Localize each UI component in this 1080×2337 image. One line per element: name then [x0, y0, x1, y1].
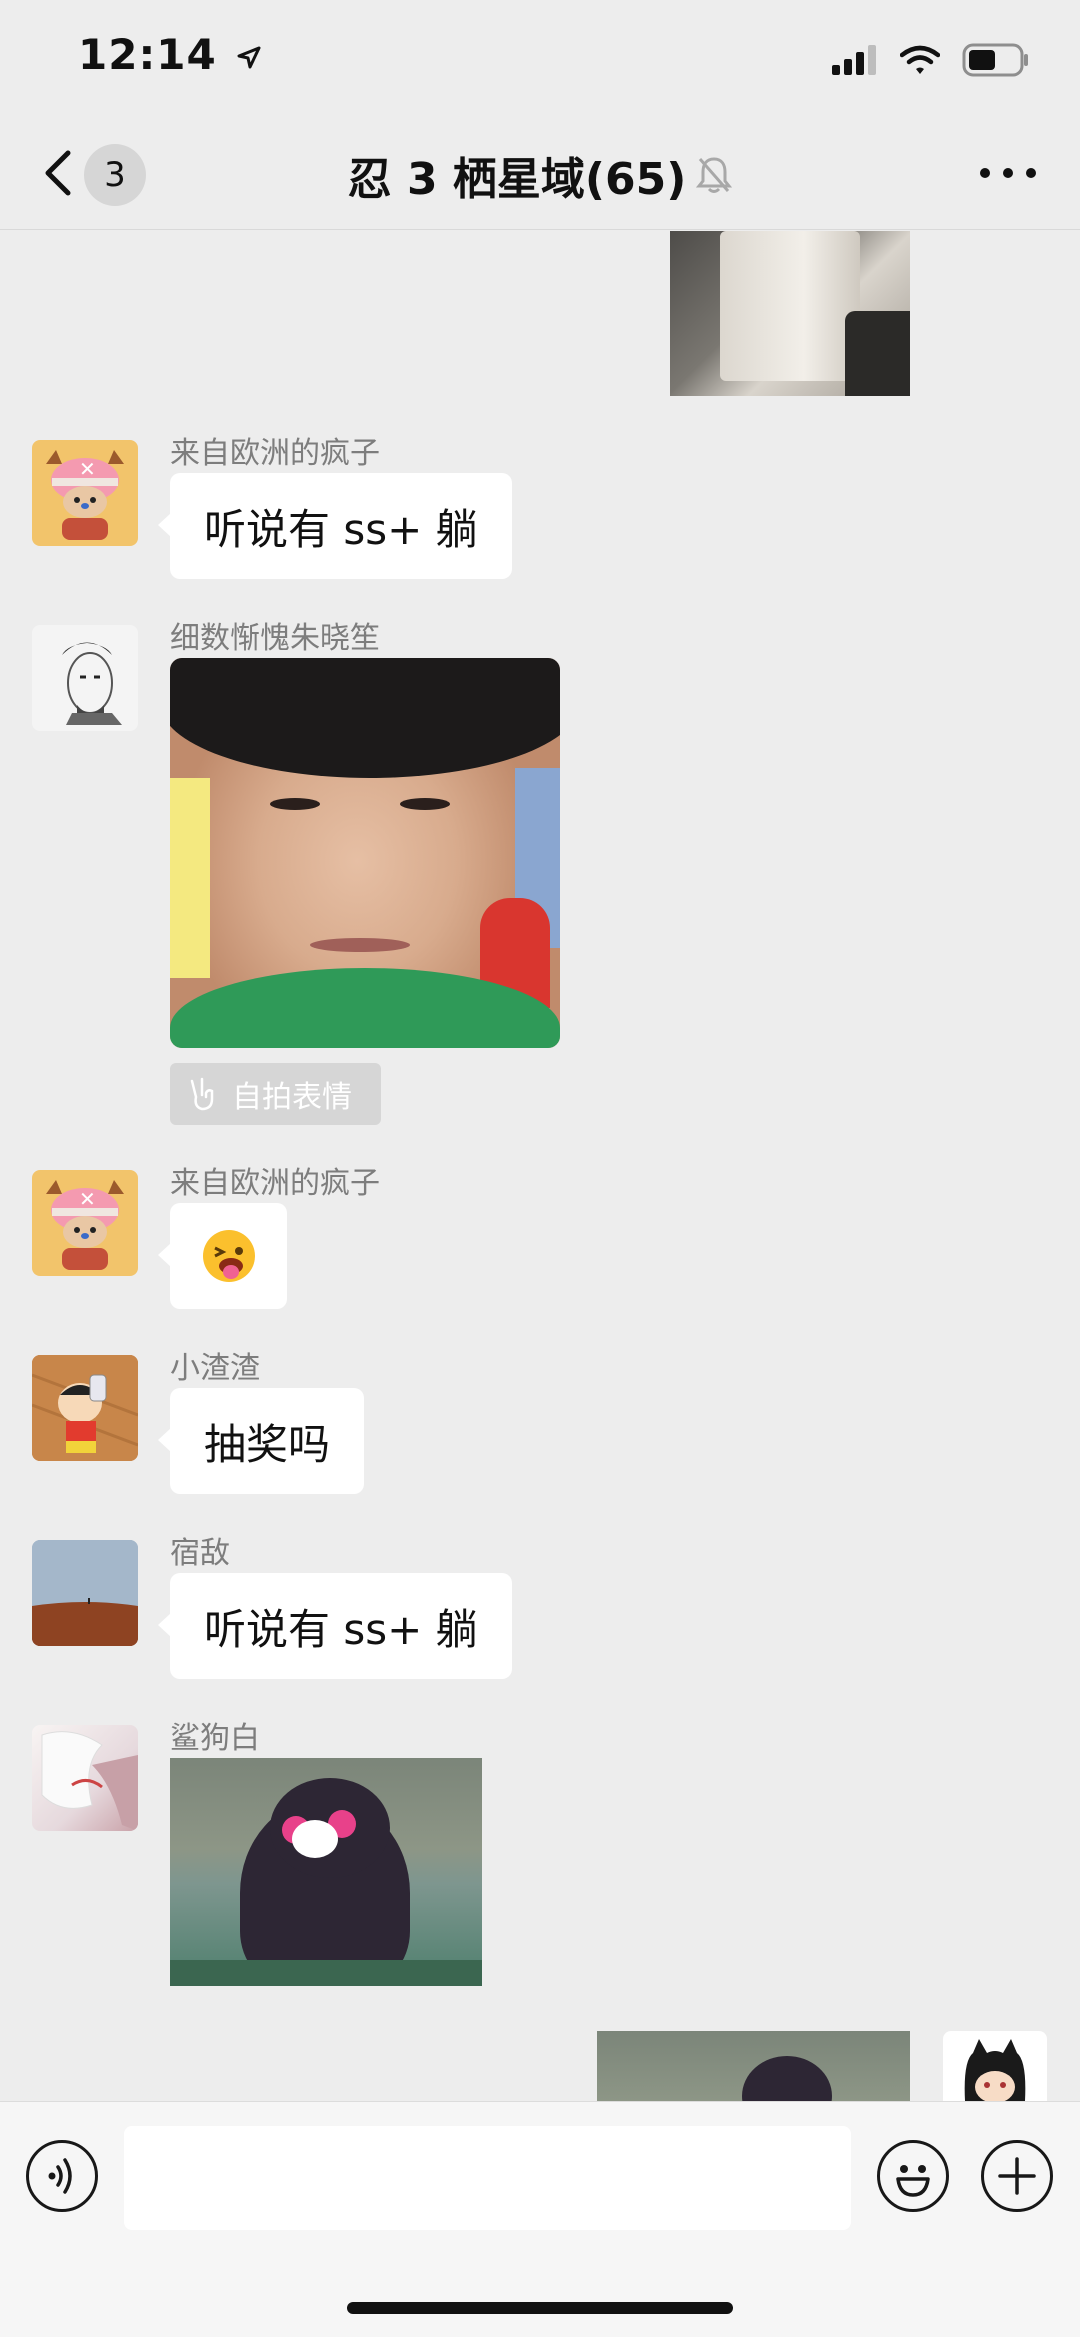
cartoon-kid-avatar-icon — [32, 1355, 138, 1461]
chat-header: 3 忍 3 栖星域(65) — [0, 115, 1080, 230]
chopper-avatar-icon: ✕ — [46, 450, 124, 540]
photo-content — [720, 231, 860, 381]
location-arrow-icon — [237, 46, 261, 68]
emoji-bubble[interactable] — [158, 1203, 287, 1309]
voice-input-button[interactable] — [26, 2140, 98, 2212]
anime-avatar-icon — [41, 1731, 138, 1831]
avatar[interactable] — [32, 1355, 138, 1461]
more-dots-icon — [1026, 168, 1036, 178]
photo-content — [400, 798, 450, 810]
image-message[interactable] — [670, 231, 910, 396]
sender-name: 来自欧洲的疯子 — [170, 1166, 380, 1201]
avatar[interactable] — [32, 1540, 138, 1646]
avatar[interactable]: ✕ — [32, 440, 138, 546]
message-input[interactable] — [124, 2126, 851, 2230]
photo-content — [170, 658, 560, 778]
more-options-button[interactable] — [980, 153, 1036, 193]
selfie-tag-label: 自拍表情 — [232, 1080, 352, 1115]
sender-name: 细数惭愧朱晓笙 — [170, 621, 380, 656]
text-bubble[interactable]: 听说有 ss+ 躺 — [158, 1573, 512, 1679]
photo-content — [310, 938, 410, 952]
mute-bell-icon — [696, 157, 733, 193]
photo-content — [170, 778, 210, 978]
sender-name: 来自欧洲的疯子 — [170, 436, 380, 471]
wifi-icon — [900, 45, 940, 74]
clock-text: 12:14 — [78, 30, 217, 79]
cellular-signal-icon — [832, 45, 876, 75]
photo-content — [845, 311, 910, 396]
tongue-out-emoji-icon — [202, 1230, 255, 1282]
status-indicators — [832, 40, 1030, 80]
svg-text:✕: ✕ — [79, 1187, 96, 1211]
photo-content — [292, 1820, 338, 1858]
message-list[interactable]: ✕ 来自欧洲的疯子 听说有 ss+ 躺 细数惭愧朱晓笙 自拍表情 ✕ 来自欧洲的… — [0, 231, 1080, 2101]
more-dots-icon — [1003, 168, 1013, 178]
victory-hand-icon — [190, 1077, 214, 1111]
photo-content — [742, 2056, 832, 2101]
image-message[interactable] — [170, 1758, 482, 1986]
avatar[interactable] — [32, 1725, 138, 1831]
sketch-portrait-icon — [62, 642, 122, 725]
photo-content — [270, 798, 320, 810]
image-message[interactable] — [597, 2031, 910, 2101]
voice-icon — [48, 2158, 72, 2194]
status-bar: 12:14 — [0, 0, 1080, 115]
sender-name: 小渣渣 — [170, 1351, 260, 1386]
landscape-avatar-icon — [32, 1540, 138, 1646]
chat-title: 忍 3 栖星域(65) — [347, 154, 687, 205]
photo-content — [170, 1960, 482, 1986]
sender-name: 鲨狗白 — [170, 1721, 260, 1756]
status-time: 12:14 — [78, 30, 262, 79]
plus-icon — [998, 2157, 1036, 2195]
emoji-button[interactable] — [877, 2140, 949, 2212]
my-avatar[interactable] — [943, 2031, 1047, 2101]
cat-girl-avatar-icon — [964, 2039, 1026, 2101]
more-functions-button[interactable] — [981, 2140, 1053, 2212]
chat-title-container: 忍 3 栖星域(65) — [0, 143, 1080, 207]
more-dots-icon — [980, 168, 990, 178]
sender-name: 宿敌 — [170, 1536, 230, 1571]
text-bubble[interactable]: 抽奖吗 — [157, 1388, 365, 1494]
avatar[interactable] — [32, 625, 138, 731]
selfie-sticker-tag[interactable]: 自拍表情 — [170, 1063, 381, 1125]
text-bubble[interactable]: 听说有 ss+ 躺 — [158, 473, 512, 579]
emoji-icon — [896, 2165, 930, 2197]
avatar[interactable]: ✕ — [32, 1170, 138, 1276]
battery-icon — [962, 43, 1028, 77]
input-bar — [0, 2101, 1080, 2337]
selfie-sticker[interactable] — [170, 658, 560, 1048]
home-indicator[interactable] — [347, 2302, 733, 2314]
chopper-avatar-icon: ✕ — [46, 1180, 124, 1270]
svg-text:✕: ✕ — [79, 457, 96, 481]
